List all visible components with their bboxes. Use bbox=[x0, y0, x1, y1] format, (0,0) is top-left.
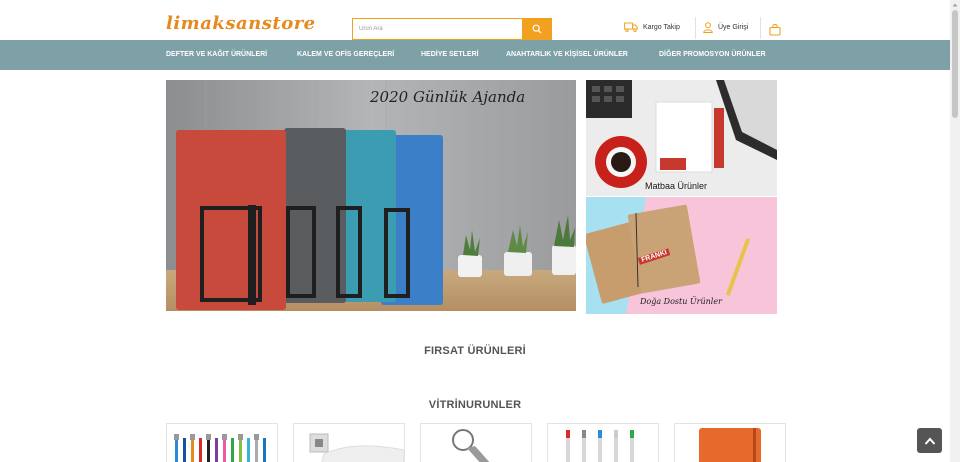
truck-icon bbox=[624, 22, 638, 32]
user-icon bbox=[703, 22, 713, 33]
hero-banner-caption: 2020 Günlük Ajanda bbox=[370, 88, 526, 106]
cargo-tracking-link[interactable]: Kargo Takip bbox=[624, 22, 680, 32]
eco-products-banner[interactable]: FRANKI Doğa Dostu Ürünler bbox=[586, 197, 777, 314]
cargo-tracking-label: Kargo Takip bbox=[643, 23, 680, 31]
search-box bbox=[352, 18, 552, 40]
product-card[interactable] bbox=[420, 423, 532, 462]
chevron-up-icon bbox=[924, 437, 935, 445]
header-divider bbox=[760, 17, 761, 39]
back-to-top-button[interactable] bbox=[917, 428, 942, 453]
site-logo[interactable]: limaksanstore bbox=[166, 13, 316, 34]
member-login-link[interactable]: Üye Girişi bbox=[703, 22, 748, 33]
product-card[interactable] bbox=[166, 423, 278, 462]
cart-button[interactable] bbox=[769, 23, 781, 41]
showcase-section-title: VİTRİNURUNLER bbox=[428, 399, 522, 411]
hero-banner[interactable]: 2020 Günlük Ajanda bbox=[166, 80, 576, 311]
nav-item-keychains[interactable]: ANAHTARLIK VE KİŞİSEL ÜRÜNLER bbox=[506, 40, 628, 70]
member-login-label: Üye Girişi bbox=[718, 24, 749, 31]
header-divider bbox=[695, 17, 696, 39]
search-button[interactable] bbox=[522, 18, 552, 40]
scrollbar-thumb[interactable] bbox=[952, 10, 958, 118]
search-input[interactable] bbox=[353, 19, 523, 39]
main-nav: DEFTER VE KAĞIT ÜRÜNLERİ KALEM VE OFİS G… bbox=[0, 40, 950, 70]
page-scrollbar[interactable] bbox=[950, 0, 960, 462]
print-products-banner[interactable]: Matbaa Ürünler bbox=[586, 80, 777, 196]
colored-pens-image bbox=[174, 434, 266, 462]
print-products-image bbox=[586, 80, 777, 196]
nav-item-gift-sets[interactable]: HEDİYE SETLERİ bbox=[421, 40, 479, 70]
nav-item-notebooks[interactable]: DEFTER VE KAĞIT ÜRÜNLERİ bbox=[166, 40, 267, 70]
orange-notebook-image bbox=[699, 428, 761, 462]
deals-section-title: FIRSAT ÜRÜNLERİ bbox=[424, 345, 526, 357]
product-card[interactable] bbox=[293, 423, 405, 462]
nav-item-other-promo[interactable]: DİĞER PROMOSYON ÜRÜNLER bbox=[659, 40, 766, 70]
shopping-bag-icon bbox=[769, 23, 781, 36]
keychain-image bbox=[452, 429, 490, 462]
site-header: limaksanstore Kargo Takip Üye Girişi bbox=[0, 0, 950, 40]
badge-holder-image bbox=[309, 433, 404, 462]
metal-pens-image bbox=[566, 430, 634, 462]
agenda-notebooks-image bbox=[166, 80, 576, 311]
eco-products-caption: Doğa Dostu Ürünler bbox=[640, 297, 722, 306]
search-icon bbox=[532, 24, 542, 34]
scroll-up-arrow-icon[interactable] bbox=[952, 2, 958, 8]
print-products-caption: Matbaa Ürünler bbox=[645, 181, 708, 191]
nav-item-pens[interactable]: KALEM VE OFİS GEREÇLERİ bbox=[297, 40, 394, 70]
product-card[interactable] bbox=[674, 423, 786, 462]
product-card[interactable] bbox=[547, 423, 659, 462]
